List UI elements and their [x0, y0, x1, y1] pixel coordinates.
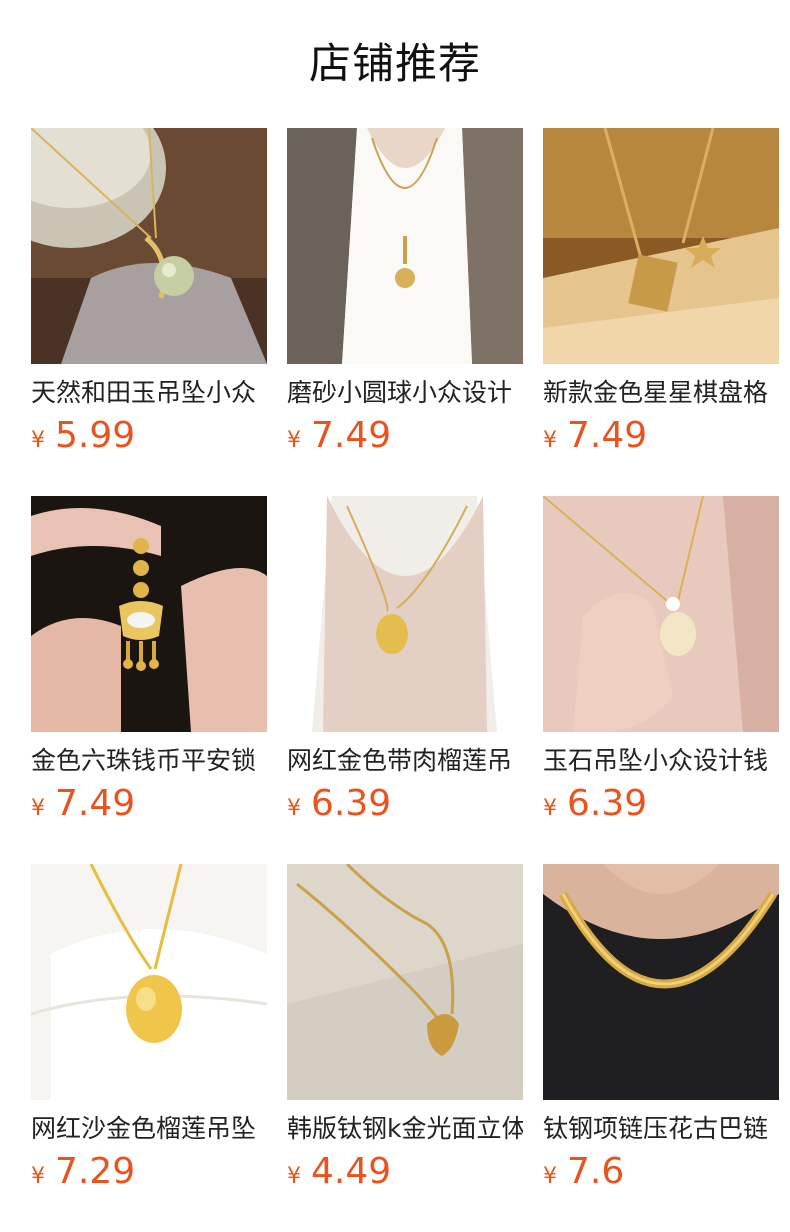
product-name[interactable]: 磨砂小圆球小众设计	[287, 376, 523, 410]
product-price: ¥7.49	[543, 414, 647, 458]
product-name[interactable]: 新款金色星星棋盘格	[543, 376, 779, 410]
product-name[interactable]: 金色六珠钱币平安锁	[31, 744, 267, 778]
product-name[interactable]: 天然和田玉吊坠小众	[31, 376, 267, 410]
currency-symbol: ¥	[543, 796, 557, 821]
product-price: ¥6.39	[543, 782, 647, 826]
product-card[interactable]: 钛钢项链压花古巴链 ¥7.6	[543, 864, 779, 1204]
price-value: 6.39	[567, 783, 648, 824]
product-image[interactable]	[287, 864, 523, 1100]
product-card[interactable]: 金色六珠钱币平安锁 ¥7.49	[31, 496, 267, 836]
product-name[interactable]: 韩版钛钢k金光面立体	[287, 1112, 523, 1146]
product-image[interactable]	[543, 864, 779, 1100]
jade-gourd-pendant-photo	[543, 496, 779, 732]
product-price: ¥6.39	[287, 782, 391, 826]
currency-symbol: ¥	[31, 428, 45, 453]
ball-necklace-photo	[287, 128, 523, 364]
currency-symbol: ¥	[31, 796, 45, 821]
product-image[interactable]	[543, 128, 779, 364]
price-value: 7.6	[567, 1151, 625, 1192]
product-image[interactable]	[31, 128, 267, 364]
product-price: ¥7.29	[31, 1150, 135, 1194]
price-value: 7.49	[567, 415, 648, 456]
price-value: 4.49	[311, 1151, 392, 1192]
currency-symbol: ¥	[287, 428, 301, 453]
product-name[interactable]: 钛钢项链压花古巴链	[543, 1112, 779, 1146]
product-price: ¥7.49	[31, 782, 135, 826]
page-title: 店铺推荐	[308, 39, 481, 88]
product-image[interactable]	[31, 496, 267, 732]
product-card[interactable]: 玉石吊坠小众设计钱 ¥6.39	[543, 496, 779, 836]
jade-pendant-photo	[31, 128, 267, 364]
currency-symbol: ¥	[287, 1164, 301, 1189]
product-image[interactable]	[287, 128, 523, 364]
product-card[interactable]: 网红沙金色榴莲吊坠 ¥7.29	[31, 864, 267, 1204]
durian-pendant-photo	[287, 496, 523, 732]
product-card[interactable]: 新款金色星星棋盘格 ¥7.49	[543, 128, 779, 468]
star-checker-pendant-photo	[543, 128, 779, 364]
price-value: 7.49	[311, 415, 392, 456]
product-price: ¥4.49	[287, 1150, 391, 1194]
heart-pendant-photo	[287, 864, 523, 1100]
lock-coin-pendant-photo	[31, 496, 267, 732]
product-card[interactable]: 韩版钛钢k金光面立体 ¥4.49	[287, 864, 523, 1204]
product-card[interactable]: 网红金色带肉榴莲吊 ¥6.39	[287, 496, 523, 836]
product-card[interactable]: 天然和田玉吊坠小众 ¥5.99	[31, 128, 267, 468]
product-name[interactable]: 玉石吊坠小众设计钱	[543, 744, 779, 778]
product-price: ¥7.49	[287, 414, 391, 458]
price-value: 7.29	[55, 1151, 136, 1192]
price-value: 6.39	[311, 783, 392, 824]
currency-symbol: ¥	[543, 1164, 557, 1189]
product-card[interactable]: 磨砂小圆球小众设计 ¥7.49	[287, 128, 523, 468]
product-name[interactable]: 网红沙金色榴莲吊坠	[31, 1112, 267, 1146]
cuban-chain-photo	[543, 864, 779, 1100]
product-image[interactable]	[31, 864, 267, 1100]
product-price: ¥5.99	[31, 414, 135, 458]
currency-symbol: ¥	[543, 428, 557, 453]
gold-durian-pendant-photo	[31, 864, 267, 1100]
product-image[interactable]	[543, 496, 779, 732]
product-name[interactable]: 网红金色带肉榴莲吊	[287, 744, 523, 778]
product-image[interactable]	[287, 496, 523, 732]
price-value: 7.49	[55, 783, 136, 824]
currency-symbol: ¥	[31, 1164, 45, 1189]
currency-symbol: ¥	[287, 796, 301, 821]
product-price: ¥7.6	[543, 1150, 624, 1194]
price-value: 5.99	[55, 415, 136, 456]
